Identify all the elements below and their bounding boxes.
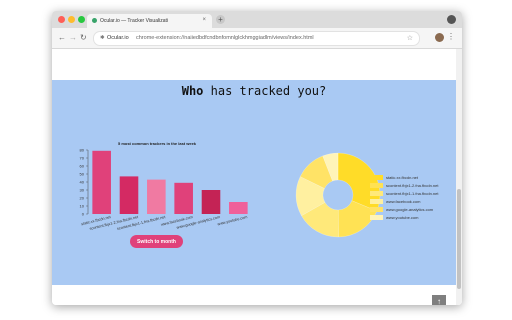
legend-swatch <box>370 207 383 212</box>
new-tab-button[interactable]: + <box>216 15 225 24</box>
maximize-window-button[interactable] <box>78 16 85 23</box>
bookmark-star-icon[interactable]: ☆ <box>407 34 413 42</box>
legend-swatch <box>370 175 383 180</box>
legend-swatch <box>370 191 383 196</box>
back-button[interactable]: ← <box>58 33 66 42</box>
reload-button[interactable]: ↻ <box>80 33 87 42</box>
profile-avatar[interactable] <box>435 33 444 42</box>
tab-title: Ocular.io — Tracker Visualizati <box>100 17 168 24</box>
omnibox-url: chrome-extension://naiiedbdfcndbnfomnlgl… <box>136 35 314 41</box>
puzzle-icon: ✱ <box>100 35 105 41</box>
scrollbar[interactable] <box>456 49 462 305</box>
legend-swatch <box>370 183 383 188</box>
close-window-button[interactable] <box>58 16 65 23</box>
browser-tab[interactable]: Ocular.io — Tracker Visualizati × <box>87 14 212 28</box>
favicon-icon <box>92 18 97 23</box>
tracker-panel: Who has tracked you? 5 most common track… <box>52 80 456 285</box>
page-viewport: Who has tracked you? 5 most common track… <box>52 49 462 305</box>
legend-swatch <box>370 215 383 220</box>
legend-label: www.google-analytics.com <box>386 207 434 212</box>
forward-button[interactable]: → <box>69 33 77 42</box>
omnibox-site: Ocular.io <box>107 35 129 41</box>
legend-swatch <box>370 199 383 204</box>
tab-close-icon[interactable]: × <box>202 17 206 23</box>
address-bar[interactable]: ✱ Ocular.io chrome-extension://naiiedbdf… <box>93 31 420 46</box>
legend-label: www.youtube.com <box>386 215 419 220</box>
minimize-window-button[interactable] <box>68 16 75 23</box>
scrollbar-thumb[interactable] <box>457 189 461 289</box>
legend-label: scontent.fbjx1-1.fna.fbcdn.net <box>386 191 439 196</box>
legend-label: scontent.fbjx1-2.fna.fbcdn.net <box>386 183 439 188</box>
browser-window: Ocular.io — Tracker Visualizati × + ← → … <box>52 11 462 305</box>
scroll-to-top-button[interactable]: ↑ <box>432 295 446 305</box>
extension-icon[interactable] <box>447 15 456 24</box>
menu-icon[interactable]: ⋮ <box>447 32 455 41</box>
legend-label: www.facebook.com <box>386 199 421 204</box>
title-bar: Ocular.io — Tracker Visualizati × + <box>52 11 462 28</box>
legend-label: static.xx.fbcdn.net <box>386 175 419 180</box>
toolbar: ← → ↻ ✱ Ocular.io chrome-extension://nai… <box>52 28 462 49</box>
